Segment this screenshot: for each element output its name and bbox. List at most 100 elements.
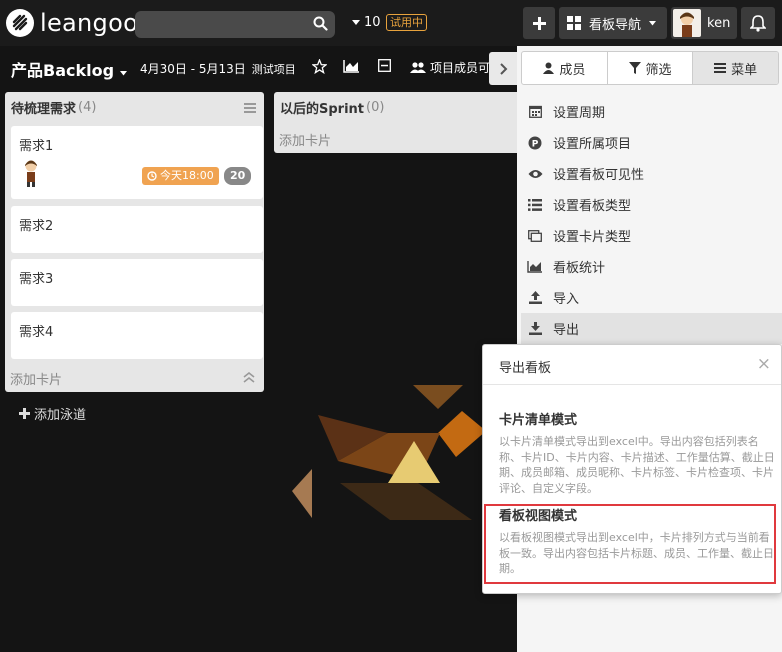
tab-menu[interactable]: 菜单 <box>693 52 778 84</box>
board-nav-button[interactable]: 看板导航 <box>559 7 667 39</box>
menu-item-card-type[interactable]: 设置卡片类型 <box>521 220 782 251</box>
download-icon <box>527 322 543 335</box>
menu-item-label: 导入 <box>553 292 580 307</box>
list-title: 以后的Sprint <box>280 101 365 117</box>
trial-badge: 试用中 <box>386 14 427 31</box>
due-date-text: 今天18:00 <box>160 169 214 182</box>
tab-label: 成员 <box>559 62 586 78</box>
panel-tabs: 成员 筛选 菜单 <box>521 51 779 85</box>
board-nav-label: 看板导航 <box>589 17 642 33</box>
logo-text: leangoo <box>40 9 139 37</box>
tangram-illustration <box>292 385 486 520</box>
members-label: 项目成员可 <box>430 61 491 75</box>
card-2[interactable]: 需求2 <box>11 206 263 253</box>
card-1[interactable]: 需求1 今天18:00 20 <box>11 126 263 199</box>
list-menu-icon[interactable] <box>244 102 256 117</box>
search-input[interactable] <box>135 11 335 38</box>
menu-item-label: 设置卡片类型 <box>553 230 632 245</box>
tab-label: 菜单 <box>731 62 758 78</box>
calendar-icon <box>527 105 543 118</box>
menu-item-board-stats[interactable]: 看板统计 <box>521 251 782 282</box>
tab-members[interactable]: 成员 <box>522 52 608 84</box>
avatar <box>673 9 701 37</box>
caret-down-icon <box>352 19 360 25</box>
card-type-icon <box>527 229 543 242</box>
card-4[interactable]: 需求4 <box>11 312 263 359</box>
search-icon[interactable] <box>313 16 328 35</box>
option-title: 卡片清单模式 <box>499 413 578 428</box>
card-title: 需求4 <box>19 325 54 340</box>
board-title[interactable]: 产品Backlog <box>11 57 127 81</box>
menu-item-label: 设置看板可见性 <box>553 168 645 183</box>
card-3[interactable]: 需求3 <box>11 259 263 306</box>
add-swimlane-label: 添加泳道 <box>34 408 87 423</box>
board-dates[interactable]: 4月30日 - 5月13日 测试项目 <box>140 60 296 77</box>
bell-icon <box>750 14 766 32</box>
list-header[interactable]: 待梳理需求 (4) <box>5 92 264 122</box>
project-members-link[interactable]: 项目成员可 <box>410 59 490 76</box>
user-name: ken <box>707 15 731 31</box>
menu-item-label: 看板统计 <box>553 261 606 276</box>
add-card-button[interactable]: 添加卡片 <box>279 130 331 149</box>
chart-icon[interactable] <box>343 59 360 77</box>
grid-icon <box>567 16 581 30</box>
collapse-panel-button[interactable] <box>489 52 518 85</box>
chart-icon <box>527 260 543 273</box>
menu-item-label: 导出 <box>553 323 580 338</box>
avatar <box>23 159 39 191</box>
comment-count-badge: 20 <box>224 167 252 185</box>
option-description: 以卡片清单模式导出到excel中。导出内容包括列表名称、卡片ID、卡片内容、卡片… <box>499 435 775 495</box>
clock-icon <box>147 171 157 181</box>
add-card-button[interactable]: 添加卡片 <box>10 369 62 388</box>
list-icon <box>527 198 543 211</box>
plus-icon <box>532 16 546 30</box>
menu-item-set-project[interactable]: P 设置所属项目 <box>521 127 782 158</box>
date-range: 4月30日 - 5月13日 <box>140 62 246 76</box>
project-name: 测试项目 <box>251 63 296 76</box>
menu-item-set-period[interactable]: 设置周期 <box>521 96 782 127</box>
menu-item-import[interactable]: 导入 <box>521 282 782 313</box>
menu-item-export[interactable]: 导出 <box>521 313 782 344</box>
add-swimlane-button[interactable]: 添加泳道 <box>19 404 86 423</box>
list-title: 待梳理需求 <box>11 101 77 117</box>
minus-square-icon[interactable] <box>378 59 391 76</box>
collapse-up-icon[interactable] <box>243 371 255 387</box>
close-icon[interactable]: × <box>757 354 771 374</box>
chevron-right-icon <box>499 62 507 75</box>
list-future-sprint: 以后的Sprint (0) 添加卡片 <box>274 92 524 153</box>
count-value: 10 <box>364 15 381 30</box>
menu-item-visibility[interactable]: 设置看板可见性 <box>521 158 782 189</box>
popup-title: 导出看板 <box>483 345 781 385</box>
tab-label: 筛选 <box>645 62 672 78</box>
export-option-card-list[interactable]: 卡片清单模式 以卡片清单模式导出到excel中。导出内容包括列表名称、卡片ID、… <box>499 409 775 496</box>
filter-icon <box>628 62 641 74</box>
top-bar: leangoo 10 试用中 看板导航 ken <box>0 0 782 46</box>
list-header[interactable]: 以后的Sprint (0) <box>274 92 524 122</box>
eye-icon <box>527 169 543 179</box>
caret-down-icon <box>649 20 657 25</box>
list-count: (4) <box>78 99 97 115</box>
plus-icon <box>19 408 30 419</box>
menu-item-label: 设置看板类型 <box>553 199 632 214</box>
users-icon <box>410 62 426 73</box>
tab-filter[interactable]: 筛选 <box>608 52 694 84</box>
add-button[interactable] <box>523 7 555 39</box>
menu-item-board-type[interactable]: 设置看板类型 <box>521 189 782 220</box>
logo[interactable]: leangoo <box>6 8 138 38</box>
star-icon[interactable] <box>311 58 328 78</box>
due-date-badge: 今天18:00 <box>142 167 219 185</box>
menu-item-label: 设置所属项目 <box>553 137 632 152</box>
notifications-button[interactable] <box>741 7 775 39</box>
notification-count[interactable]: 10 <box>352 15 381 30</box>
card-title: 需求1 <box>19 139 54 154</box>
board-title-text: 产品Backlog <box>11 61 115 80</box>
svg-text:P: P <box>532 139 539 149</box>
user-menu-button[interactable]: ken <box>671 7 737 39</box>
caret-down-icon <box>119 71 127 76</box>
list-count: (0) <box>366 99 385 115</box>
card-title: 需求2 <box>19 219 54 234</box>
list-backlog: 待梳理需求 (4) 需求1 今天18:00 20 需求2 需求3 需求4 添加卡片 <box>5 92 264 392</box>
menu-item-label: 设置周期 <box>553 106 606 121</box>
menu-icon <box>714 63 727 73</box>
card-title: 需求3 <box>19 272 54 287</box>
